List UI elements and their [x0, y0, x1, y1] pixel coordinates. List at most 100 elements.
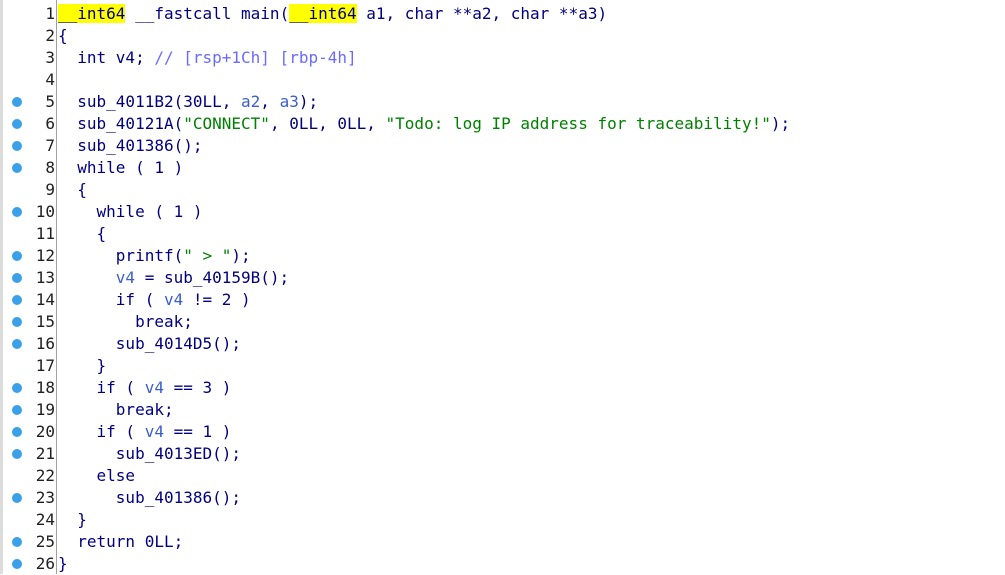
code-token: v4	[144, 422, 164, 441]
line-number: 16	[35, 334, 55, 353]
line-number: 25	[35, 532, 55, 551]
code-token: {	[96, 224, 107, 243]
code-line[interactable]: 6 sub_40121A("CONNECT", 0LL, 0LL, "Todo:…	[0, 113, 1005, 135]
code-text[interactable]: }	[58, 509, 87, 531]
line-number: 5	[45, 92, 55, 111]
code-text[interactable]: {	[58, 223, 107, 245]
code-text[interactable]: while ( 1 )	[58, 201, 203, 223]
code-token: != 2 )	[183, 290, 251, 309]
code-token: // [rsp+1Ch] [rbp-4h]	[154, 48, 357, 67]
code-text[interactable]: sub_401386();	[58, 135, 202, 157]
code-text[interactable]: if ( v4 != 2 )	[58, 289, 251, 311]
code-line[interactable]: 9 {	[0, 179, 1005, 201]
pseudocode-view[interactable]: 1 __int64 __fastcall main(__int64 a1, cha…	[0, 0, 1005, 574]
code-text[interactable]: __int64 __fastcall main(__int64 a1, char…	[58, 3, 607, 25]
code-line[interactable]: 10 while ( 1 )	[0, 201, 1005, 223]
code-text[interactable]: }	[58, 553, 68, 575]
code-token: __int64	[289, 4, 357, 23]
code-line[interactable]: 17 }	[0, 355, 1005, 377]
code-token: while ( 1 )	[96, 202, 203, 221]
code-line[interactable]: 19 break;	[0, 399, 1005, 421]
code-line[interactable]: 22 else	[0, 465, 1005, 487]
line-number: 2	[45, 26, 55, 45]
code-text[interactable]: printf(" > ");	[58, 245, 251, 267]
code-token: int v4;	[77, 48, 155, 67]
line-number: 11	[35, 224, 55, 243]
code-token: = sub_40159B();	[135, 268, 290, 287]
code-text[interactable]: while ( 1 )	[58, 157, 183, 179]
code-token: == 3 )	[163, 378, 232, 397]
line-number: 12	[35, 246, 55, 265]
code-token: );	[231, 246, 251, 265]
code-text[interactable]: if ( v4 == 1 )	[58, 421, 232, 443]
code-token: sub_4013ED();	[115, 444, 242, 463]
line-number: 24	[35, 510, 55, 529]
code-token: );	[298, 92, 319, 111]
code-text[interactable]: break;	[58, 399, 174, 421]
code-line[interactable]: 26}	[0, 553, 1005, 575]
code-text[interactable]: v4 = sub_40159B();	[58, 267, 289, 289]
code-line[interactable]: 11 {	[0, 223, 1005, 245]
code-token: }	[96, 356, 107, 375]
code-line[interactable]: 18 if ( v4 == 3 )	[0, 377, 1005, 399]
code-line[interactable]: 12 printf(" > ");	[0, 245, 1005, 267]
code-text[interactable]: {	[58, 179, 87, 201]
code-line[interactable]: 14 if ( v4 != 2 )	[0, 289, 1005, 311]
code-token: if (	[96, 422, 145, 441]
code-line[interactable]: 1 __int64 __fastcall main(__int64 a1, cha…	[0, 3, 1005, 25]
code-token: v4	[144, 378, 164, 397]
code-text[interactable]: int v4; // [rsp+1Ch] [rbp-4h]	[58, 47, 357, 69]
code-token: if (	[115, 290, 164, 309]
code-line[interactable]: 20 if ( v4 == 1 )	[0, 421, 1005, 443]
code-token: __fastcall main(	[125, 4, 290, 23]
code-text[interactable]: {	[58, 25, 68, 47]
line-number: 13	[35, 268, 55, 287]
code-token: a1, char **a2, char **a3)	[356, 4, 608, 23]
code-token: {	[77, 180, 87, 199]
code-text[interactable]: sub_4014D5();	[58, 333, 241, 355]
line-number: 9	[45, 180, 55, 199]
code-text[interactable]: sub_4013ED();	[58, 443, 241, 465]
line-number: 7	[45, 136, 55, 155]
code-token: break;	[135, 312, 193, 331]
code-text[interactable]: break;	[58, 311, 193, 333]
code-text[interactable]: }	[58, 355, 107, 377]
code-line[interactable]: 23 sub_401386();	[0, 487, 1005, 509]
code-line[interactable]: 4	[0, 69, 1005, 91]
code-line[interactable]: 15 break;	[0, 311, 1005, 333]
code-text[interactable]: if ( v4 == 3 )	[58, 377, 232, 399]
code-token: sub_401386();	[115, 488, 242, 507]
code-line[interactable]: 25 return 0LL;	[0, 531, 1005, 553]
code-token: {	[58, 26, 68, 45]
code-token: ,	[260, 92, 280, 111]
code-line[interactable]: 2{	[0, 25, 1005, 47]
code-line[interactable]: 5 sub_4011B2(30LL, a2, a3);	[0, 91, 1005, 113]
code-text[interactable]: sub_40121A("CONNECT", 0LL, 0LL, "Todo: l…	[58, 113, 790, 135]
code-text[interactable]: sub_4011B2(30LL, a2, a3);	[58, 91, 318, 113]
code-line[interactable]: 24 }	[0, 509, 1005, 531]
code-text[interactable]: return 0LL;	[58, 531, 183, 553]
line-number: 21	[35, 444, 55, 463]
code-line[interactable]: 16 sub_4014D5();	[0, 333, 1005, 355]
line-number: 23	[35, 488, 55, 507]
code-text[interactable]: else	[58, 465, 136, 487]
code-text[interactable]: sub_401386();	[58, 487, 241, 509]
code-line[interactable]: 21 sub_4013ED();	[0, 443, 1005, 465]
code-token: );	[770, 114, 791, 133]
code-line[interactable]: 7 sub_401386();	[0, 135, 1005, 157]
code-line[interactable]: 8 while ( 1 )	[0, 157, 1005, 179]
code-token: "CONNECT"	[183, 114, 270, 133]
code-line[interactable]: 13 v4 = sub_40159B();	[0, 267, 1005, 289]
code-line[interactable]: 3 int v4; // [rsp+1Ch] [rbp-4h]	[0, 47, 1005, 69]
